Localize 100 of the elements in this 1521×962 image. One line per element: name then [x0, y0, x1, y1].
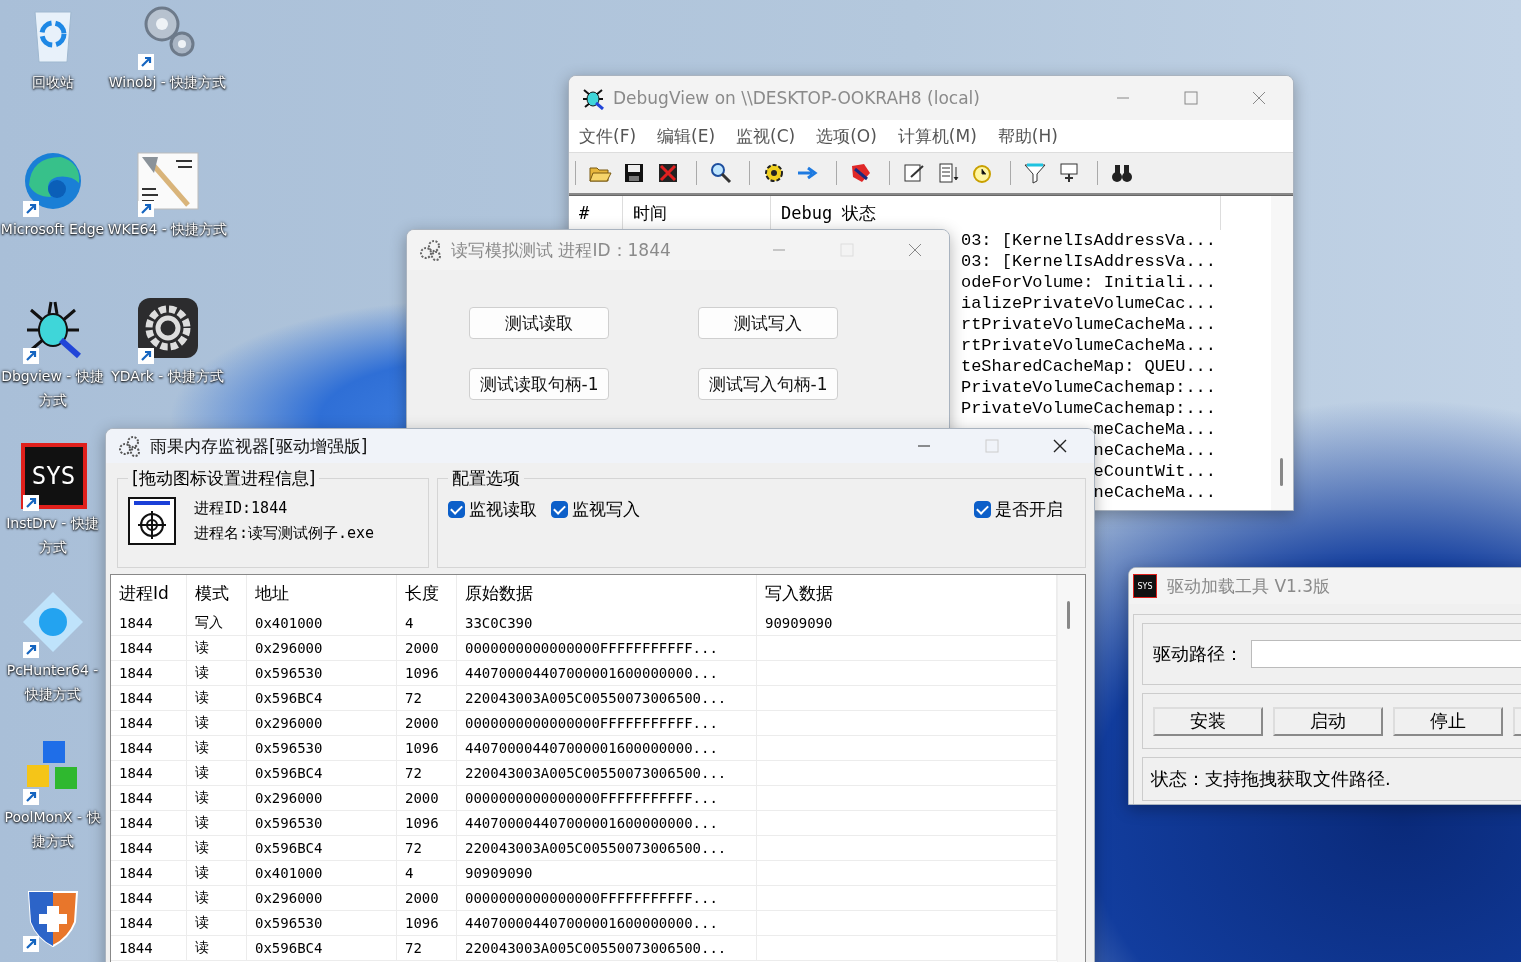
table-cell: 4 [397, 861, 457, 885]
table-cell: 0x596BC4 [247, 686, 397, 710]
column-header[interactable]: 地址 [247, 575, 397, 611]
window-title: DebugView on \\DESKTOP-OOKRAH8 (local) [613, 88, 980, 108]
table-cell: 220043003A005C00550073006500... [457, 761, 757, 785]
log-line: 03: [KernelIsAddressVa... [960, 251, 1216, 272]
table-cell: 0x596BC4 [247, 761, 397, 785]
log-line: neCacheMa... [1093, 482, 1216, 503]
table-cell: 1844 [111, 711, 187, 735]
table-cell: 1844 [111, 936, 187, 960]
table-cell: 读 [187, 636, 247, 660]
log-line: neCacheMa... [1093, 440, 1216, 461]
table-cell: 72 [397, 761, 457, 785]
table-cell: 440700004407000001600000000... [457, 736, 757, 760]
table-cell: 1096 [397, 911, 457, 935]
table-cell: 1844 [111, 911, 187, 935]
table-cell: 读 [187, 736, 247, 760]
checkbox-label[interactable]: 监视写入 [572, 498, 640, 521]
table-cell: 0x296000 [247, 786, 397, 810]
table-cell: 1844 [111, 836, 187, 860]
table-cell: 440700004407000001600000000... [457, 811, 757, 835]
driver-button[interactable]: 启动 [1273, 706, 1383, 736]
test-button[interactable]: 测试读取句柄-1 [469, 368, 609, 400]
table-cell: 0x296000 [247, 711, 397, 735]
table-cell: 220043003A005C00550073006500... [457, 936, 757, 960]
driver-button[interactable]: 停止 [1393, 706, 1503, 736]
table-cell: 0000000000000000FFFFFFFFFFF... [457, 636, 757, 660]
table-cell: 写入 [187, 611, 247, 635]
column-header[interactable]: 模式 [187, 575, 247, 611]
table-cell: 0000000000000000FFFFFFFFFFF... [457, 786, 757, 810]
table-cell: 72 [397, 686, 457, 710]
table-cell: 0x596BC4 [247, 936, 397, 960]
table-cell: 0x401000 [247, 611, 397, 635]
table-cell: 1096 [397, 736, 457, 760]
field-label: 驱动路径： [1153, 642, 1243, 666]
table-cell: 1844 [111, 686, 187, 710]
test-button[interactable]: 测试写入 [698, 307, 838, 339]
table-cell: 220043003A005C00550073006500... [457, 686, 757, 710]
test-button[interactable]: 测试读取 [469, 307, 609, 339]
window-title: 读写模拟测试 进程ID：1844 [451, 238, 671, 262]
menu-item[interactable]: 计算机(M) [897, 124, 977, 148]
table-cell: 0x596530 [247, 811, 397, 835]
column-header[interactable]: 长度 [397, 575, 457, 611]
table-cell: 0000000000000000FFFFFFFFFFF... [457, 711, 757, 735]
table-cell: 1096 [397, 811, 457, 835]
sys-logo: SYS [1133, 574, 1157, 598]
table-cell: 1844 [111, 861, 187, 885]
table-cell: 读 [187, 811, 247, 835]
table-cell: 2000 [397, 636, 457, 660]
log-line: eCountWit... [1093, 461, 1216, 482]
process-id: 进程ID:1844 [194, 499, 289, 518]
status-text: 状态：支持拖拽获取文件路径. [1151, 767, 1391, 791]
menu-item[interactable]: 监视(C) [736, 124, 796, 148]
checkbox-label[interactable]: 是否开启 [995, 498, 1063, 521]
log-line: meCacheMa... [1093, 419, 1216, 440]
log-line: rtPrivateVolumeCacheMa... [960, 335, 1216, 356]
table-cell: 0000000000000000FFFFFFFFFFF... [457, 886, 757, 910]
menu-item[interactable]: 选项(O) [816, 124, 877, 148]
table-cell: 读 [187, 911, 247, 935]
table-cell: 220043003A005C00550073006500... [457, 836, 757, 860]
process-name: 进程名:读写测试例子.exe [194, 524, 375, 543]
group-title: 配置选项 [451, 467, 521, 490]
sys-logo[interactable]: SYS [20, 443, 87, 509]
table-cell: 读 [187, 861, 247, 885]
log-line: ializePrivateVolumeCac... [960, 293, 1216, 314]
menu-item[interactable]: 帮助(H) [997, 124, 1058, 148]
table-cell: 440700004407000001600000000... [457, 661, 757, 685]
column-header[interactable]: 原始数据 [457, 575, 757, 611]
table-cell: 读 [187, 761, 247, 785]
table-cell: 读 [187, 661, 247, 685]
table-cell: 4 [397, 611, 457, 635]
window-title: 雨果内存监视器[驱动增强版] [150, 434, 368, 458]
test-button[interactable]: 测试写入句柄-1 [698, 368, 838, 400]
menu-item[interactable]: 文件(F) [579, 124, 637, 148]
column-header[interactable]: 进程Id [111, 575, 187, 611]
group-title: [拖动图标设置进程信息] [131, 467, 317, 490]
table-cell: 90909090 [457, 861, 757, 885]
log-line: PrivateVolumeCachemap:... [960, 398, 1216, 419]
table-cell: 1844 [111, 811, 187, 835]
log-line: odeForVolume: Initiali... [960, 272, 1216, 293]
driver-button[interactable]: 安装 [1153, 706, 1263, 736]
table-cell: 读 [187, 786, 247, 810]
checkbox-label[interactable]: 监视读取 [469, 498, 537, 521]
table-cell: 1844 [111, 786, 187, 810]
table-cell: 0x401000 [247, 861, 397, 885]
log-line: teSharedCacheMap: QUEU... [960, 356, 1216, 377]
table-cell: 读 [187, 686, 247, 710]
table-cell: 1844 [111, 661, 187, 685]
table-cell: 0x596BC4 [247, 836, 397, 860]
table-cell: 2000 [397, 786, 457, 810]
menu-item[interactable]: 编辑(E) [657, 124, 716, 148]
table-cell: 0x296000 [247, 636, 397, 660]
window-title: 驱动加载工具 V1.3版 [1167, 574, 1331, 598]
table-cell: 0x596530 [247, 736, 397, 760]
table-cell: 读 [187, 836, 247, 860]
table-cell: 33C0C390 [457, 611, 757, 635]
log-line: 03: [KernelIsAddressVa... [960, 230, 1216, 251]
table-cell: 1096 [397, 661, 457, 685]
table-cell: 1844 [111, 611, 187, 635]
table-cell: 2000 [397, 886, 457, 910]
